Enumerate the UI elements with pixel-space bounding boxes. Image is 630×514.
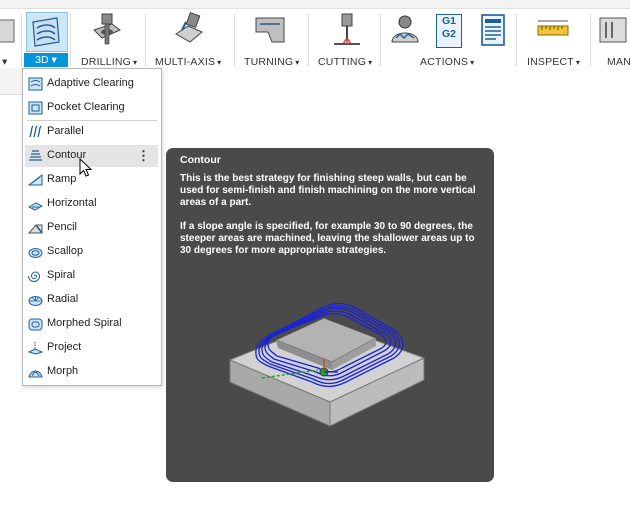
actions-label-text: ACTIONS	[420, 56, 469, 68]
group-cutting[interactable]: CUTTING ▾	[312, 8, 378, 68]
scallop-icon	[28, 248, 43, 258]
menu-item-label: Ramp	[47, 173, 77, 185]
menu-item-spiral[interactable]: Spiral	[25, 265, 158, 287]
separator	[590, 14, 591, 66]
menu-item-morphed-spiral[interactable]: Morphed Spiral	[25, 313, 158, 335]
contour-icon	[29, 150, 42, 161]
post-process-icon-line1: G1	[441, 15, 456, 27]
group-turning[interactable]: TURNING ▾	[238, 8, 306, 68]
tab-3d-label: 3D	[35, 54, 49, 66]
3d-adaptive-icon	[32, 17, 60, 47]
menu-item-label: Scallop	[47, 245, 84, 257]
mouse-cursor-icon	[79, 158, 93, 177]
cutting-label: CUTTING ▾	[318, 56, 372, 68]
horizontal-icon	[28, 202, 43, 211]
group-inspect[interactable]: INSPECT ▾	[520, 8, 588, 68]
multi-axis-label-text: MULTI-AXIS	[155, 56, 216, 68]
more-options-icon[interactable]: ⋮	[137, 148, 150, 164]
cutting-label-text: CUTTING	[318, 56, 367, 68]
radial-icon	[28, 296, 43, 306]
project-icon	[28, 342, 43, 355]
separator	[516, 14, 517, 66]
manage-label: MAN	[607, 56, 630, 68]
menu-item-adaptive-clearing[interactable]: Adaptive Clearing	[25, 73, 158, 95]
group-manage[interactable]: MAN	[594, 8, 630, 68]
menu-item-scallop[interactable]: Scallop	[25, 241, 158, 263]
multi-axis-caret: ▾	[217, 58, 222, 67]
turning-label-text: TURNING	[244, 56, 294, 68]
post-process-icon-line2: G2	[441, 28, 456, 40]
partial-tool-icon	[0, 19, 15, 43]
menu-item-pocket-clearing[interactable]: Pocket Clearing	[25, 97, 158, 119]
inspect-label-text: INSPECT	[527, 56, 574, 68]
menu-item-label: Morphed Spiral	[47, 317, 122, 329]
actions-label: ACTIONS ▾	[420, 56, 474, 68]
pencil-icon	[28, 224, 43, 234]
turning-icon	[255, 17, 285, 43]
inspect-label: INSPECT ▾	[527, 56, 580, 68]
tab-3d[interactable]: 3D ▾	[24, 53, 68, 67]
menu-item-label: Radial	[47, 293, 79, 305]
multi-axis-label: MULTI-AXIS ▾	[155, 56, 221, 68]
tool-library-icon	[599, 17, 627, 43]
partial-group[interactable]: ▾	[0, 8, 20, 68]
menu-item-horizontal[interactable]: Horizontal	[25, 193, 158, 215]
separator	[308, 14, 309, 66]
group-multi-axis[interactable]: MULTI-AXIS ▾	[150, 8, 230, 68]
toolbar: ▾ 3D ▾ DRILLING ▾ MULTI-AXIS ▾ TURNING ▾…	[0, 0, 630, 68]
inspect-caret: ▾	[575, 58, 581, 67]
measure-icon	[537, 20, 569, 36]
browser-panel-edge	[0, 68, 23, 95]
menu-item-parallel[interactable]: Parallel	[25, 121, 158, 143]
post-process-icon: G1 G2	[436, 14, 462, 48]
pocket-clearing-icon	[28, 101, 43, 115]
setup-sheet-icon	[481, 14, 505, 46]
separator	[380, 14, 381, 66]
drilling-label-text: DRILLING	[81, 56, 132, 68]
menu-item-label: Pocket Clearing	[47, 101, 125, 113]
3d-strategy-menu: Adaptive Clearing Pocket Clearing Parall…	[22, 68, 162, 386]
drilling-caret: ▾	[133, 58, 138, 67]
group-drilling[interactable]: DRILLING ▾	[74, 8, 142, 68]
tooltip-title: Contour	[180, 154, 221, 166]
menu-item-label: Morph	[47, 365, 79, 377]
group-actions[interactable]: G1 G2 ACTIONS ▾	[384, 8, 512, 68]
spiral-icon	[28, 271, 41, 282]
morphed-spiral-icon	[28, 318, 43, 331]
drill-icon	[93, 13, 121, 45]
separator	[70, 14, 71, 66]
turning-label: TURNING ▾	[244, 56, 299, 68]
menu-item-pencil[interactable]: Pencil	[25, 217, 158, 239]
multi-axis-icon	[175, 12, 203, 43]
menu-item-morph[interactable]: Morph	[25, 361, 158, 383]
separator	[21, 14, 22, 66]
tooltip-description: This is the best strategy for finishing …	[180, 173, 476, 208]
adaptive-clearing-icon	[28, 77, 43, 91]
contour-tooltip: Contour This is the best strategy for fi…	[166, 148, 494, 482]
parallel-icon	[29, 125, 42, 138]
ramp-icon	[28, 173, 43, 186]
menu-item-label: Horizontal	[47, 197, 97, 209]
partial-group-caret: ▾	[2, 56, 8, 68]
drilling-label: DRILLING ▾	[81, 56, 137, 68]
menu-item-label: Spiral	[47, 269, 76, 281]
tab-3d-caret: ▾	[51, 54, 57, 66]
menu-item-label: Project	[47, 341, 82, 353]
menu-item-label: Parallel	[47, 125, 84, 137]
simulate-icon	[391, 15, 419, 43]
cutting-caret: ▾	[368, 58, 373, 67]
menu-item-label: Adaptive Clearing	[47, 77, 134, 89]
separator	[145, 14, 146, 66]
tooltip-slope-note: If a slope angle is specified, for examp…	[180, 221, 475, 256]
cutting-icon	[334, 13, 360, 45]
actions-caret: ▾	[470, 58, 475, 67]
menu-item-project[interactable]: Project	[25, 337, 158, 359]
separator	[234, 14, 235, 66]
turning-caret: ▾	[295, 58, 300, 67]
menu-item-radial[interactable]: Radial	[25, 289, 158, 311]
morph-icon	[28, 370, 43, 378]
contour-toolpath-illustration	[228, 302, 426, 427]
menu-item-label: Pencil	[47, 221, 77, 233]
